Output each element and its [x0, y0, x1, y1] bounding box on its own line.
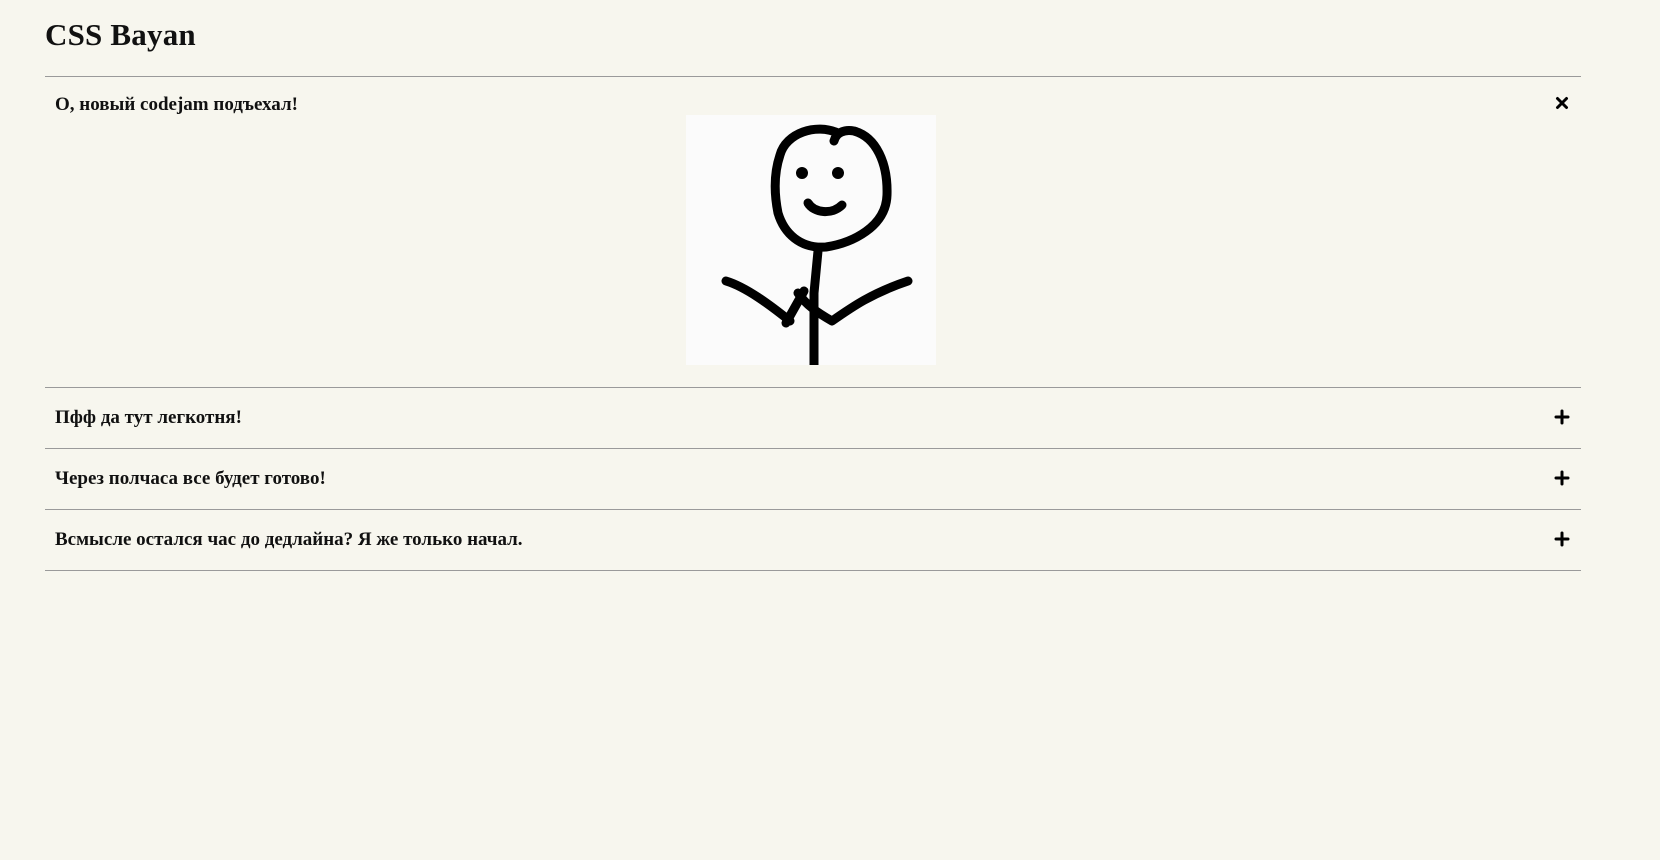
plus-icon[interactable]	[1554, 531, 1570, 547]
accordion: О, новый codejam подъехал! Пфф да тут ле…	[45, 76, 1581, 571]
accordion-header[interactable]: Через полчаса все будет готово!	[45, 449, 1581, 509]
accordion-item-title: О, новый codejam подъехал!	[55, 94, 298, 115]
stick-figure-image	[686, 115, 936, 365]
accordion-item-title: Всмысле остался час до дедлайна? Я же то…	[55, 529, 523, 550]
accordion-header[interactable]: О, новый codejam подъехал!	[45, 77, 1581, 115]
accordion-item-title: Через полчаса все будет готово!	[55, 468, 326, 489]
accordion-item: О, новый codejam подъехал!	[45, 77, 1581, 388]
accordion-item-title: Пфф да тут легкотня!	[55, 407, 242, 428]
accordion-item: Пфф да тут легкотня!	[45, 388, 1581, 449]
accordion-header[interactable]: Пфф да тут легкотня!	[45, 388, 1581, 448]
page-title: CSS Bayan	[45, 17, 196, 52]
close-icon[interactable]	[1554, 95, 1570, 111]
page: CSS Bayan О, новый codejam подъехал! Пфф…	[0, 0, 1660, 860]
plus-icon[interactable]	[1554, 470, 1570, 486]
accordion-item: Всмысле остался час до дедлайна? Я же то…	[45, 510, 1581, 571]
plus-icon[interactable]	[1554, 409, 1570, 425]
accordion-header[interactable]: Всмысле остался час до дедлайна? Я же то…	[45, 510, 1581, 570]
accordion-panel	[45, 115, 1581, 387]
accordion-item: Через полчаса все будет готово!	[45, 449, 1581, 510]
